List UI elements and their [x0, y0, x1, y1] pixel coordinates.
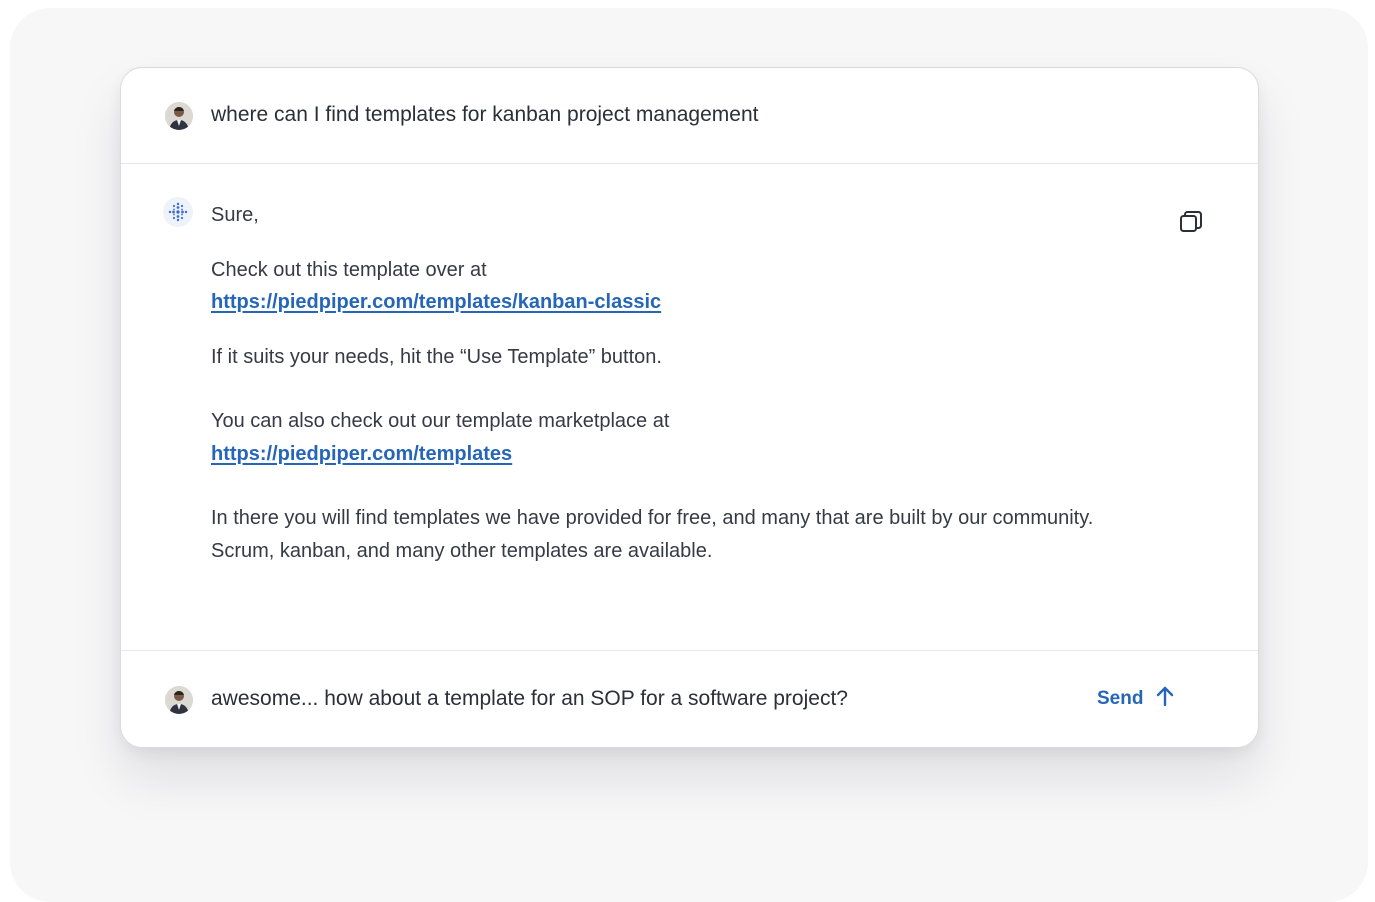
answer-greeting: Sure, [211, 204, 259, 226]
copy-icon[interactable] [1175, 206, 1207, 238]
answer-intro: Check out this template over at [211, 258, 487, 281]
answer-instruction: If it suits your needs, hit the “Use Tem… [211, 345, 662, 368]
answer-marketplace-intro: You can also check out our template mark… [211, 410, 670, 432]
answer-closing: In there you will find templates we have… [211, 507, 1094, 562]
marketplace-link[interactable]: https://piedpiper.com/templates [211, 443, 512, 465]
send-button[interactable]: Send [1097, 681, 1175, 717]
user-query-text: where can I find templates for kanban pr… [211, 103, 759, 126]
message-input[interactable] [211, 681, 1031, 717]
user-avatar [165, 102, 193, 130]
user-message: where can I find templates for kanban pr… [121, 68, 1258, 164]
send-label: Send [1097, 688, 1144, 709]
arrow-up-icon [1155, 685, 1175, 713]
user-avatar [165, 686, 193, 714]
assistant-dots-icon [163, 197, 193, 227]
kanban-template-link[interactable]: https://piedpiper.com/templates/kanban-c… [211, 291, 661, 313]
chat-card: where can I find templates for kanban pr… [120, 67, 1259, 748]
composer: Send [121, 650, 1258, 747]
assistant-answer: Sure, Check out this template over at ht… [211, 199, 1141, 567]
